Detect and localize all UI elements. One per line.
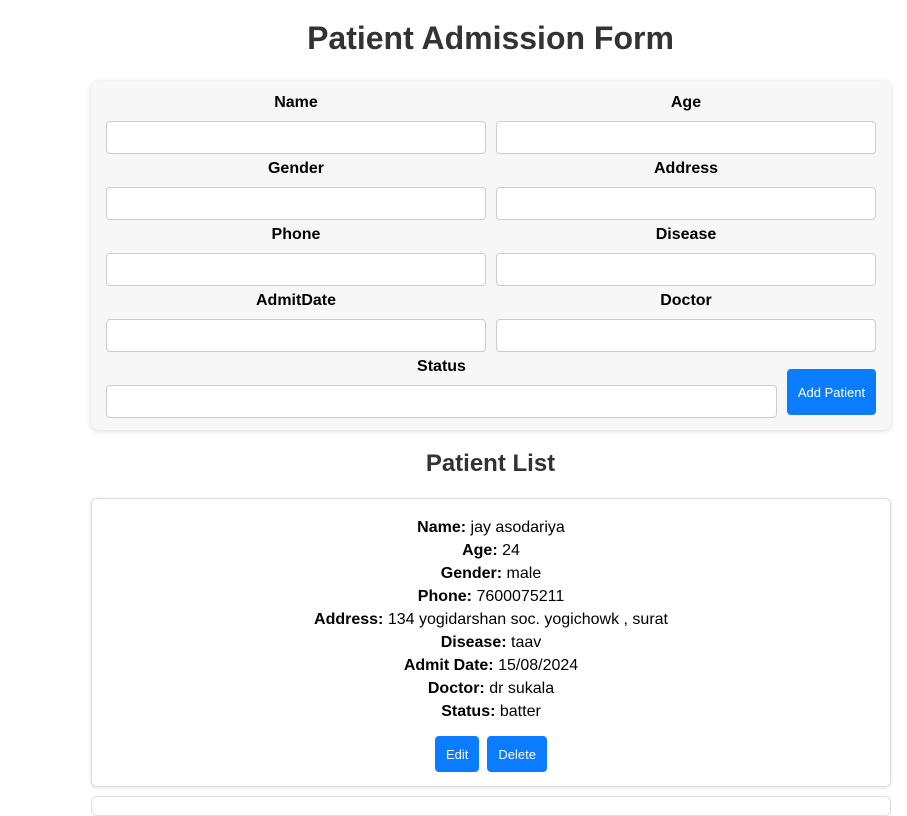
patient-address-value: 134 yogidarshan soc. yogichowk , surat bbox=[387, 611, 668, 628]
patient-age-row: Age: 24 bbox=[92, 539, 890, 562]
gender-input[interactable] bbox=[106, 187, 486, 220]
doctor-input[interactable] bbox=[496, 319, 876, 352]
address-input[interactable] bbox=[496, 187, 876, 220]
admission-form: Name Age Gender Address Phone Disease Ad… bbox=[91, 81, 891, 430]
next-patient-card bbox=[91, 796, 891, 816]
disease-label: Disease bbox=[655, 226, 717, 243]
patient-gender-row: Gender: male bbox=[92, 562, 890, 585]
gender-field-group: Gender bbox=[106, 159, 486, 220]
delete-button[interactable]: Delete bbox=[487, 736, 547, 772]
patient-gender-label: Gender: bbox=[440, 565, 503, 582]
patient-details: Name: jay asodariya Age: 24 Gender: male… bbox=[92, 516, 890, 723]
address-field-group: Address bbox=[496, 159, 876, 220]
patient-card: Name: jay asodariya Age: 24 Gender: male… bbox=[91, 498, 891, 787]
name-label: Name bbox=[274, 94, 318, 111]
admit-date-field-group: AdmitDate bbox=[106, 291, 486, 352]
patient-doctor-value: dr sukala bbox=[489, 680, 555, 697]
status-field-group: Status bbox=[106, 357, 777, 418]
disease-field-group: Disease bbox=[496, 225, 876, 286]
patient-address-row: Address: 134 yogidarshan soc. yogichowk … bbox=[92, 608, 890, 631]
patient-doctor-label: Doctor: bbox=[427, 680, 485, 697]
patient-admit-date-label: Admit Date: bbox=[403, 657, 494, 674]
patient-name-value: jay asodariya bbox=[470, 519, 565, 536]
page-title: Patient Admission Form bbox=[307, 20, 674, 56]
phone-field-group: Phone bbox=[106, 225, 486, 286]
name-input[interactable] bbox=[106, 121, 486, 154]
status-input[interactable] bbox=[106, 385, 777, 418]
patient-name-row: Name: jay asodariya bbox=[92, 516, 890, 539]
patient-admit-date-row: Admit Date: 15/08/2024 bbox=[92, 654, 890, 677]
patient-doctor-row: Doctor: dr sukala bbox=[92, 677, 890, 700]
patient-name-label: Name: bbox=[417, 519, 467, 536]
add-patient-button[interactable]: Add Patient bbox=[787, 369, 876, 415]
patient-age-label: Age: bbox=[462, 542, 498, 559]
age-field-group: Age bbox=[496, 93, 876, 154]
age-label: Age bbox=[670, 94, 702, 111]
phone-input[interactable] bbox=[106, 253, 486, 286]
status-label: Status bbox=[417, 358, 466, 375]
patient-card-actions: Edit Delete bbox=[92, 736, 890, 772]
doctor-label: Doctor bbox=[660, 292, 712, 309]
patient-gender-value: male bbox=[506, 565, 542, 582]
patient-status-row: Status: batter bbox=[92, 700, 890, 723]
patient-disease-row: Disease: taav bbox=[92, 631, 890, 654]
patient-list-title: Patient List bbox=[425, 450, 556, 477]
gender-label: Gender bbox=[267, 160, 324, 177]
patient-disease-value: taav bbox=[511, 634, 542, 651]
patient-age-value: 24 bbox=[502, 542, 520, 559]
patient-phone-label: Phone: bbox=[417, 588, 472, 605]
name-field-group: Name bbox=[106, 93, 486, 154]
admit-date-label: AdmitDate bbox=[255, 292, 336, 309]
disease-input[interactable] bbox=[496, 253, 876, 286]
patient-address-label: Address: bbox=[314, 611, 384, 628]
admit-date-input[interactable] bbox=[106, 319, 486, 352]
patient-status-label: Status: bbox=[441, 703, 496, 720]
phone-label: Phone bbox=[271, 226, 321, 243]
address-label: Address bbox=[653, 160, 719, 177]
patient-status-value: batter bbox=[499, 703, 541, 720]
age-input[interactable] bbox=[496, 121, 876, 154]
patient-admit-date-value: 15/08/2024 bbox=[498, 657, 579, 674]
patient-phone-row: Phone: 7600075211 bbox=[92, 585, 890, 608]
doctor-field-group: Doctor bbox=[496, 291, 876, 352]
patient-disease-label: Disease: bbox=[440, 634, 507, 651]
edit-button[interactable]: Edit bbox=[435, 736, 480, 772]
patient-phone-value: 7600075211 bbox=[476, 588, 565, 605]
